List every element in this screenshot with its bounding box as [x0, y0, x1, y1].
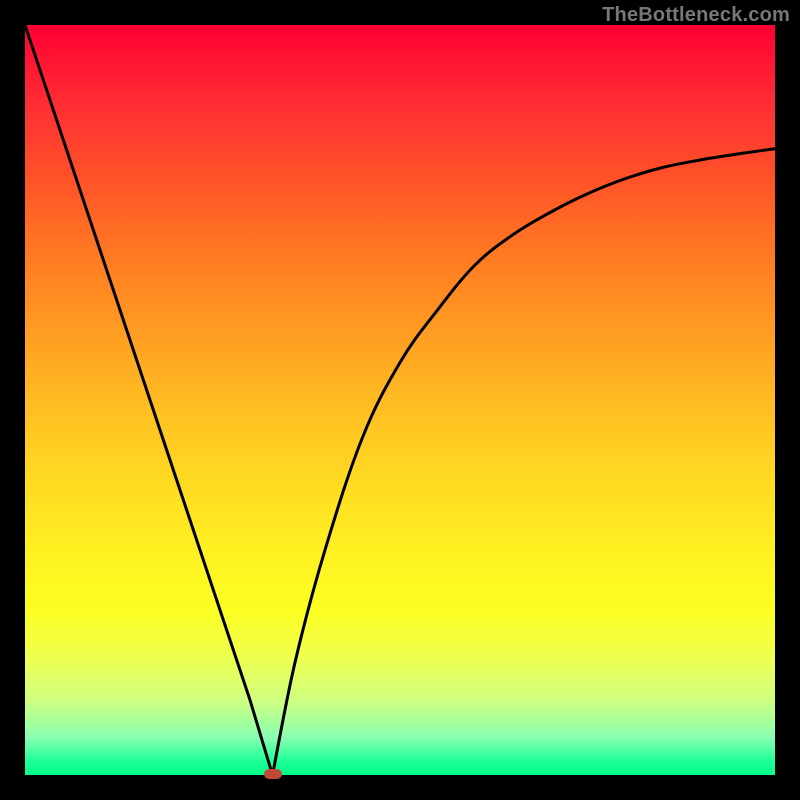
- minimum-marker: [264, 769, 282, 779]
- curve-svg: [25, 25, 775, 775]
- chart-container: TheBottleneck.com: [0, 0, 800, 800]
- curve-path: [25, 25, 775, 775]
- watermark-text: TheBottleneck.com: [602, 4, 790, 27]
- plot-area: [25, 25, 775, 775]
